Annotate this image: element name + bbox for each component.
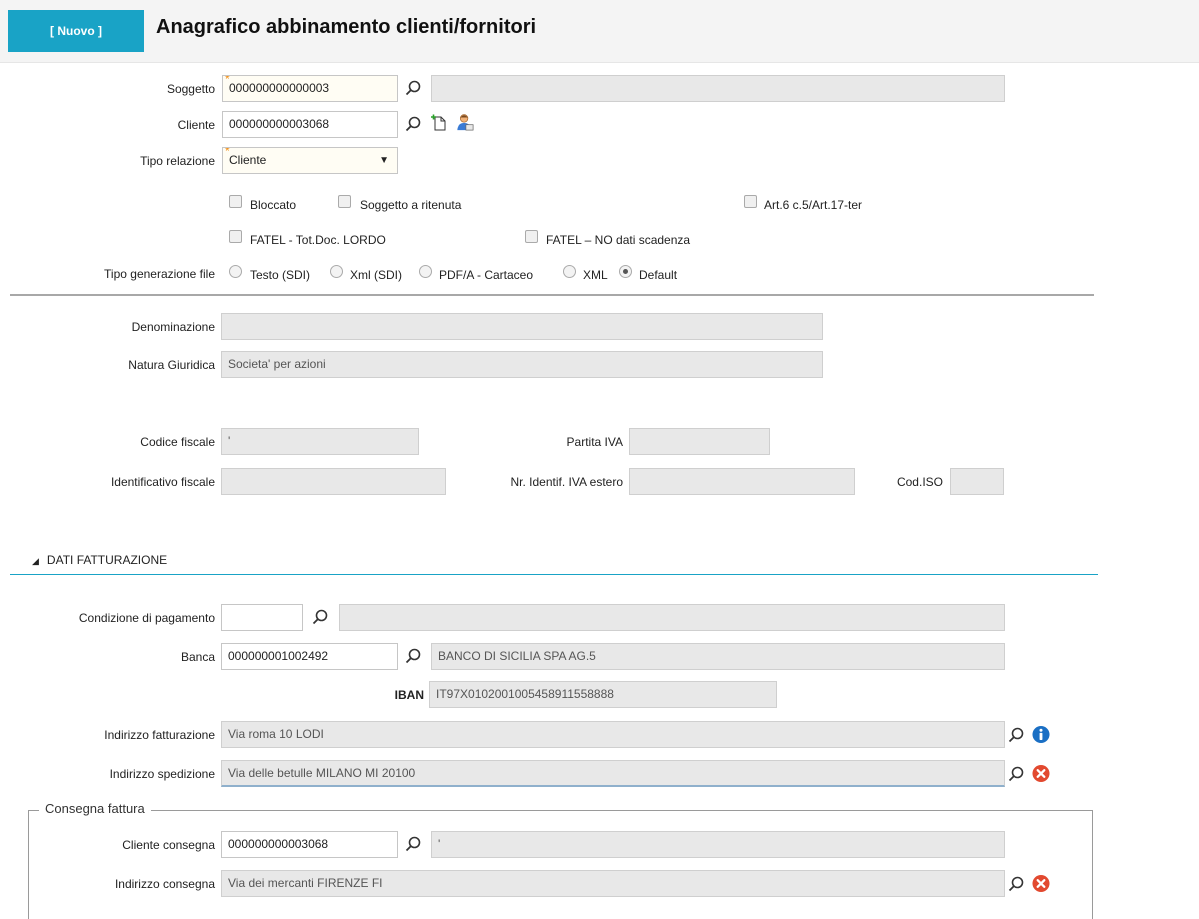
- indirizzo-spedizione-label: Indirizzo spedizione: [109, 767, 215, 781]
- tipo-generazione-label: Tipo generazione file: [104, 267, 215, 281]
- radio-xml-sdi-label: Xml (SDI): [350, 268, 402, 282]
- bloccato-label: Bloccato: [250, 198, 297, 212]
- identificativo-fiscale-label: Identificativo fiscale: [110, 475, 215, 489]
- cod-iso-label: Cod.ISO: [896, 475, 943, 489]
- soggetto-description: [431, 75, 1005, 102]
- new-record-badge[interactable]: [ Nuovo ]: [8, 10, 144, 52]
- radio-xml[interactable]: [563, 265, 576, 278]
- codice-fiscale-field: ': [221, 428, 419, 455]
- remove-icon[interactable]: [1032, 874, 1050, 892]
- codice-fiscale-label: Codice fiscale: [140, 435, 215, 449]
- indirizzo-consegna-label: Indirizzo consegna: [114, 877, 215, 891]
- required-marker: *: [225, 75, 230, 86]
- page-title: Anagrafico abbinamento clienti/fornitori: [156, 16, 537, 38]
- denominazione-label: Denominazione: [131, 320, 215, 334]
- natura-giuridica-field: Societa' per azioni: [221, 351, 823, 378]
- radio-xml-sdi[interactable]: [330, 265, 343, 278]
- art6-label: Art.6 c.5/Art.17-ter: [764, 198, 863, 212]
- radio-pdfa-cartaceo[interactable]: [419, 265, 432, 278]
- soggetto-ritenuta-label: Soggetto a ritenuta: [360, 198, 462, 212]
- cod-iso-field: [950, 468, 1004, 495]
- search-icon[interactable]: [311, 608, 329, 626]
- indirizzo-fatturazione-field: Via roma 10 LODI: [221, 721, 1005, 748]
- indirizzo-consegna-field: Via dei mercanti FIRENZE FI: [221, 870, 1005, 897]
- fatel-lordo-label: FATEL - Tot.Doc. LORDO: [250, 233, 386, 247]
- partita-iva-label: Partita IVA: [566, 435, 623, 449]
- banca-label: Banca: [180, 650, 215, 664]
- search-icon[interactable]: [404, 79, 422, 97]
- new-document-icon[interactable]: [430, 114, 448, 132]
- cliente-consegna-input[interactable]: 000000000003068: [221, 831, 398, 858]
- condizione-pagamento-input[interactable]: [221, 604, 303, 631]
- search-icon[interactable]: [1007, 875, 1025, 893]
- consegna-fieldset: [28, 810, 1093, 919]
- nr-iva-estero-label: Nr. Identif. IVA estero: [510, 475, 624, 489]
- nr-iva-estero-field: [629, 468, 855, 495]
- fatel-lordo-checkbox[interactable]: [229, 230, 242, 243]
- tipo-relazione-value: Cliente: [229, 153, 267, 167]
- radio-testo-sdi[interactable]: [229, 265, 242, 278]
- radio-testo-sdi-label: Testo (SDI): [250, 268, 311, 282]
- dati-fatturazione-title: DATI FATTURAZIONE: [46, 553, 168, 567]
- partita-iva-field: [629, 428, 770, 455]
- denominazione-field: [221, 313, 823, 340]
- indirizzo-spedizione-field: Via delle betulle MILANO MI 20100: [221, 760, 1005, 787]
- soggetto-label: Soggetto: [166, 82, 215, 96]
- user-card-icon[interactable]: [456, 113, 474, 131]
- search-icon[interactable]: [404, 115, 422, 133]
- dati-fatturazione-toggle[interactable]: ◢ DATI FATTURAZIONE: [32, 553, 167, 567]
- remove-icon[interactable]: [1032, 764, 1050, 782]
- fatel-no-scadenza-label: FATEL – NO dati scadenza: [546, 233, 691, 247]
- search-icon[interactable]: [1007, 765, 1025, 783]
- iban-field: IT97X0102001005458911558888: [429, 681, 777, 708]
- tipo-relazione-select[interactable]: * Cliente ▼: [222, 147, 398, 174]
- cliente-input[interactable]: 000000000003068: [222, 111, 398, 138]
- soggetto-input[interactable]: * 000000000000003: [222, 75, 398, 102]
- radio-pdfa-cartaceo-label: PDF/A - Cartaceo: [439, 268, 534, 282]
- radio-default[interactable]: [619, 265, 632, 278]
- condizione-pagamento-label: Condizione di pagamento: [78, 611, 215, 625]
- indirizzo-fatturazione-label: Indirizzo fatturazione: [104, 728, 215, 742]
- search-icon[interactable]: [1007, 726, 1025, 744]
- art6-checkbox[interactable]: [744, 195, 757, 208]
- identificativo-fiscale-field: [221, 468, 446, 495]
- radio-xml-label: XML: [583, 268, 608, 282]
- fatel-no-scadenza-checkbox[interactable]: [525, 230, 538, 243]
- section-divider: [10, 294, 1094, 296]
- consegna-legend: Consegna fattura: [39, 801, 151, 816]
- radio-default-label: Default: [639, 268, 678, 282]
- banca-description: BANCO DI SICILIA SPA AG.5: [431, 643, 1005, 670]
- natura-giuridica-label: Natura Giuridica: [128, 358, 215, 372]
- collapse-triangle-icon: ◢: [32, 556, 39, 566]
- cliente-consegna-description: ': [431, 831, 1005, 858]
- soggetto-ritenuta-checkbox[interactable]: [338, 195, 351, 208]
- dropdown-arrow-icon: ▼: [379, 155, 389, 166]
- search-icon[interactable]: [404, 647, 422, 665]
- bloccato-checkbox[interactable]: [229, 195, 242, 208]
- banca-input[interactable]: 000000001002492: [221, 643, 398, 670]
- search-icon[interactable]: [404, 835, 422, 853]
- tipo-relazione-label: Tipo relazione: [140, 154, 215, 168]
- iban-label: IBAN: [394, 688, 424, 702]
- info-icon[interactable]: [1032, 725, 1050, 743]
- required-marker: *: [225, 147, 230, 158]
- cliente-consegna-label: Cliente consegna: [122, 838, 215, 852]
- condizione-pagamento-description: [339, 604, 1005, 631]
- section-underline: [10, 574, 1098, 575]
- soggetto-value: 000000000000003: [229, 81, 330, 95]
- cliente-label: Cliente: [177, 118, 215, 132]
